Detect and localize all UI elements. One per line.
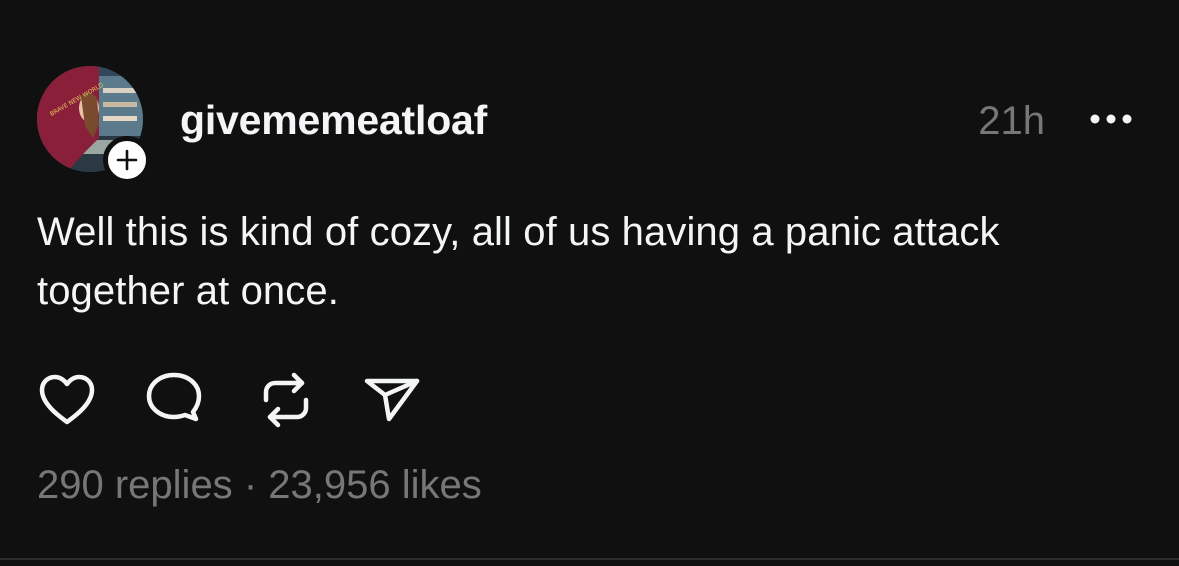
like-button[interactable]: [37, 370, 97, 430]
avatar-container[interactable]: BRAVE NEW WORLD: [37, 66, 151, 184]
repost-button[interactable]: [256, 370, 316, 430]
plus-icon: [116, 149, 138, 171]
post-divider: [0, 558, 1179, 560]
post-body-text: Well this is kind of cozy, all of us hav…: [37, 210, 1000, 313]
more-horizontal-icon: [1090, 114, 1132, 124]
post-stats: 290 replies · 23,956 likes: [37, 460, 482, 510]
stats-separator: ·: [243, 463, 258, 507]
share-button[interactable]: [362, 370, 422, 430]
thread-post: BRAVE NEW WORLD givememeatloaf 21h Well …: [0, 0, 1179, 560]
username-link[interactable]: givememeatloaf: [180, 96, 487, 144]
send-icon: [364, 378, 420, 422]
likes-count[interactable]: 23,956 likes: [268, 463, 481, 507]
post-timestamp: 21h: [978, 99, 1045, 143]
comment-icon: [146, 372, 202, 422]
heart-icon: [39, 374, 95, 425]
follow-button[interactable]: [103, 136, 151, 184]
repost-icon: [263, 372, 309, 428]
more-options-button[interactable]: [1088, 104, 1134, 134]
reply-button[interactable]: [143, 370, 203, 430]
replies-count[interactable]: 290 replies: [37, 463, 233, 507]
